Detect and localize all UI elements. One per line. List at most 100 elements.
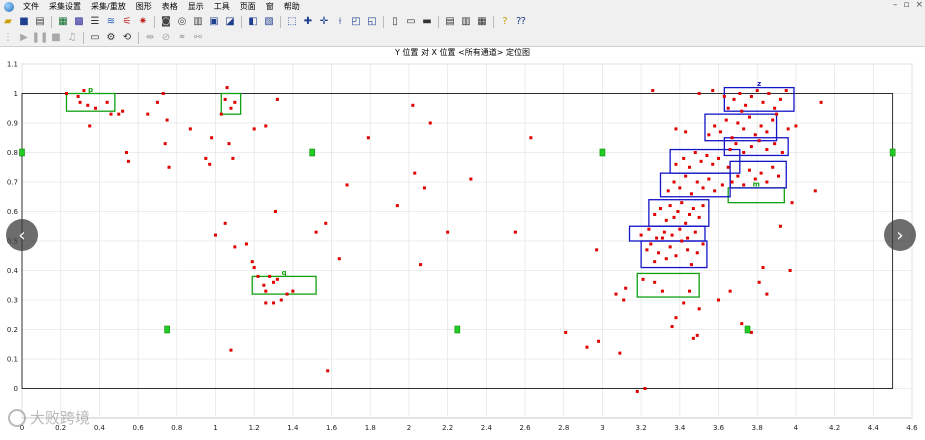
event-point[interactable] <box>272 301 276 305</box>
cursor-icon[interactable]: ▧ <box>262 15 276 29</box>
filter-icon[interactable]: ⚟ <box>120 15 134 29</box>
event-point[interactable] <box>595 248 599 252</box>
event-point[interactable] <box>225 86 229 90</box>
folder-open-icon[interactable]: ▰ <box>1 15 15 29</box>
crosshair-icon[interactable]: ◧ <box>246 15 260 29</box>
event-point[interactable] <box>668 204 672 208</box>
event-point[interactable] <box>749 145 753 149</box>
event-point[interactable] <box>268 274 272 278</box>
menu-page[interactable]: 页面 <box>235 0 261 14</box>
event-point[interactable] <box>82 89 86 93</box>
question-icon[interactable]: ? <box>498 15 512 29</box>
event-point[interactable] <box>658 207 662 211</box>
event-point[interactable] <box>736 121 740 125</box>
event-point[interactable] <box>337 257 341 261</box>
event-point[interactable] <box>231 156 235 160</box>
event-point[interactable] <box>749 94 753 98</box>
event-point[interactable] <box>213 233 217 237</box>
event-point[interactable] <box>622 298 626 302</box>
event-point[interactable] <box>279 298 283 302</box>
event-point[interactable] <box>695 251 699 255</box>
event-point[interactable] <box>252 266 256 270</box>
event-point[interactable] <box>264 301 268 305</box>
event-point[interactable] <box>693 230 697 234</box>
window-icon[interactable]: ◱ <box>365 15 379 29</box>
event-point[interactable] <box>707 133 711 137</box>
event-point[interactable] <box>229 348 233 352</box>
event-point[interactable] <box>757 139 761 143</box>
menu-acquisition-settings[interactable]: 采集设置 <box>44 0 86 14</box>
event-point[interactable] <box>786 127 790 131</box>
event-point[interactable] <box>767 92 771 95</box>
event-point[interactable] <box>695 180 699 184</box>
event-point[interactable] <box>794 124 798 128</box>
event-point[interactable] <box>597 339 601 343</box>
event-point[interactable] <box>219 112 223 116</box>
event-point[interactable] <box>686 236 690 240</box>
event-point[interactable] <box>680 239 684 243</box>
event-point[interactable] <box>742 183 746 187</box>
event-point[interactable] <box>682 301 686 305</box>
event-point[interactable] <box>788 269 792 272</box>
event-point[interactable] <box>688 289 691 293</box>
event-point[interactable] <box>747 115 751 119</box>
event-point[interactable] <box>773 142 777 146</box>
event-point[interactable] <box>740 109 744 113</box>
event-point[interactable] <box>736 174 740 178</box>
event-point[interactable] <box>738 92 742 95</box>
event-point[interactable] <box>345 183 349 187</box>
event-point[interactable] <box>250 260 254 264</box>
event-point[interactable] <box>109 112 113 116</box>
event-point[interactable] <box>660 289 664 293</box>
event-point[interactable] <box>653 212 657 216</box>
sensor-marker[interactable] <box>454 325 461 334</box>
zoom-icon[interactable]: ▣ <box>207 15 221 29</box>
event-point[interactable] <box>645 248 649 252</box>
event-point[interactable] <box>697 307 701 311</box>
event-point[interactable] <box>314 230 318 234</box>
event-point[interactable] <box>94 106 98 110</box>
event-point[interactable] <box>105 100 109 104</box>
event-point[interactable] <box>366 136 370 140</box>
tile-icon[interactable]: ▯ <box>388 15 402 29</box>
event-point[interactable] <box>724 118 728 122</box>
sensor-marker[interactable] <box>309 148 316 157</box>
event-point[interactable] <box>233 245 237 249</box>
settings-icon[interactable]: ⊘ <box>159 31 173 45</box>
channel-icon[interactable]: ⚯ <box>191 31 205 45</box>
menu-table[interactable]: 表格 <box>157 0 183 14</box>
event-point[interactable] <box>264 124 268 128</box>
event-point[interactable] <box>730 136 734 140</box>
event-point[interactable] <box>784 89 788 93</box>
event-point[interactable] <box>670 233 674 237</box>
event-point[interactable] <box>419 263 423 267</box>
event-point[interactable] <box>146 112 150 116</box>
event-point[interactable] <box>771 118 775 122</box>
event-point[interactable] <box>262 283 266 287</box>
event-point[interactable] <box>749 330 753 334</box>
event-point[interactable] <box>717 156 721 160</box>
event-point[interactable] <box>701 204 705 208</box>
event-point[interactable] <box>165 118 169 122</box>
event-point[interactable] <box>641 277 645 281</box>
minimize-button[interactable]: – <box>893 0 898 10</box>
event-point[interactable] <box>761 100 765 104</box>
event-point[interactable] <box>701 242 705 246</box>
stack-icon[interactable]: ▬ <box>420 15 434 29</box>
event-point[interactable] <box>291 289 295 293</box>
link-icon[interactable]: ⇹ <box>143 31 157 45</box>
event-point[interactable] <box>428 121 432 125</box>
event-point[interactable] <box>662 230 666 234</box>
menu-window[interactable]: 窗 <box>261 0 279 14</box>
event-point[interactable] <box>790 201 794 205</box>
event-point[interactable] <box>651 89 655 93</box>
event-point[interactable] <box>717 298 721 302</box>
list-icon[interactable]: ▥ <box>191 15 205 29</box>
event-point[interactable] <box>699 159 703 163</box>
event-point[interactable] <box>674 254 678 258</box>
event-point[interactable] <box>395 204 399 208</box>
event-point[interactable] <box>695 333 699 337</box>
event-point[interactable] <box>275 97 279 101</box>
event-point[interactable] <box>742 151 746 154</box>
event-point[interactable] <box>732 97 736 101</box>
